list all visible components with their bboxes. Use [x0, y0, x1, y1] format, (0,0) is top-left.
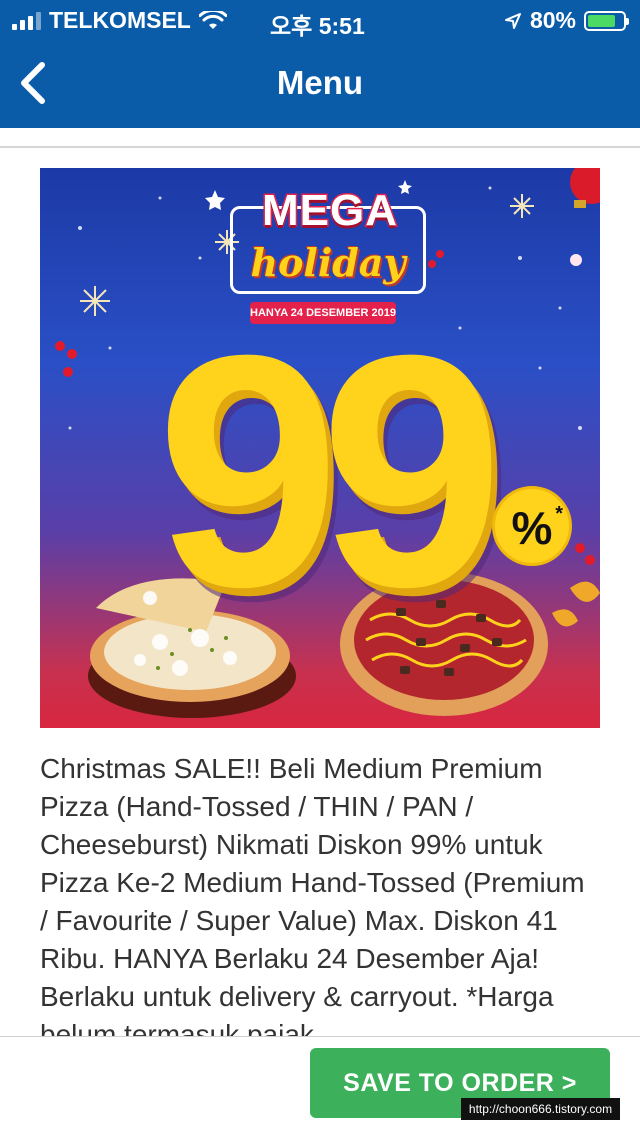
status-time: 오후 5:51	[270, 13, 365, 39]
app-header: TELKOMSEL 오후 5:51 80% Menu	[0, 0, 640, 128]
promo-description: Christmas SALE!! Beli Medium Premium Piz…	[40, 750, 600, 1036]
battery-icon	[584, 10, 629, 31]
battery-fill	[588, 14, 616, 27]
description-text: Christmas SALE!! Beli Medium Premium Piz…	[40, 753, 585, 1036]
banner-subheadline: holiday	[250, 240, 406, 285]
page-title: Menu	[276, 64, 364, 101]
banner-big-number: 99	[156, 286, 503, 655]
nav-bar: Menu	[0, 40, 640, 128]
percent-badge: % *	[492, 486, 572, 566]
divider	[0, 146, 640, 148]
promo-banner-image: MEGA holiday HANYA 24 DESEMBER 2019 99 %…	[40, 168, 600, 728]
battery-percent: 80%	[529, 7, 576, 33]
carrier-label: TELKOMSEL	[49, 7, 191, 33]
status-left: TELKOMSEL	[12, 7, 227, 34]
wifi-icon	[198, 10, 227, 29]
status-right: 80%	[504, 7, 629, 34]
asterisk: *	[555, 503, 563, 525]
watermark-label: http://choon666.tistory.com	[461, 1098, 620, 1120]
location-arrow-icon	[504, 12, 521, 29]
banner-headline: MEGA	[261, 185, 399, 237]
signal-icon	[12, 11, 41, 30]
status-bar: TELKOMSEL 오후 5:51 80%	[0, 0, 640, 40]
percent-symbol: %	[511, 502, 553, 554]
